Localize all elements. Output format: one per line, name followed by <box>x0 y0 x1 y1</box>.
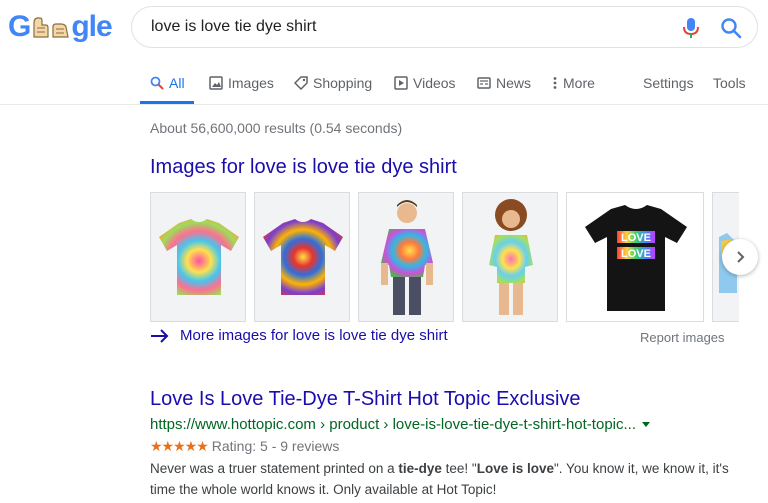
tab-all-label: All <box>169 75 185 91</box>
result-title-link[interactable]: Love Is Love Tie-Dye T-Shirt Hot Topic E… <box>150 388 581 411</box>
images-section-heading[interactable]: Images for love is love tie dye shirt <box>150 156 457 179</box>
tab-videos-label: Videos <box>413 75 456 91</box>
more-images-label: More images for love is love tie dye shi… <box>180 327 448 344</box>
tools-label: Tools <box>713 75 746 91</box>
shirt-print-text-2: LOVE <box>621 248 651 260</box>
settings-label: Settings <box>643 75 694 91</box>
logo-letter-g: G <box>8 10 31 43</box>
tab-images[interactable]: Images <box>209 75 274 103</box>
image-icon <box>209 76 223 90</box>
result-url-text: https://www.hottopic.com › product › lov… <box>150 416 636 433</box>
image-thumbnail[interactable] <box>358 192 454 322</box>
tag-icon <box>294 76 308 90</box>
search-icon <box>721 18 742 39</box>
image-thumbnail[interactable] <box>150 192 246 322</box>
search-button[interactable] <box>720 17 742 39</box>
news-icon <box>477 77 491 89</box>
result-url[interactable]: https://www.hottopic.com › product › lov… <box>150 416 650 433</box>
search-box[interactable] <box>131 6 758 48</box>
snippet-text: Never was a truer statement printed on a <box>150 461 399 476</box>
logo-letters-gle: gle <box>71 10 112 43</box>
image-thumbnail[interactable]: LOVE LOVE <box>566 192 704 322</box>
tools-link[interactable]: Tools <box>713 75 746 103</box>
search-icon <box>150 76 164 90</box>
tab-news[interactable]: News <box>477 75 531 103</box>
chevron-right-icon <box>737 251 745 263</box>
snippet-bold: tie-dye <box>398 461 442 476</box>
star-rating-icon: ★★★★★ <box>150 438 209 454</box>
result-stats: About 56,600,000 results (0.54 seconds) <box>150 120 403 136</box>
tab-videos[interactable]: Videos <box>394 75 456 103</box>
image-carousel: LOVE LOVE <box>150 192 739 322</box>
report-images-link[interactable]: Report images <box>640 330 725 345</box>
dots-vertical-icon <box>553 77 557 89</box>
google-logo[interactable]: G gle <box>8 10 113 43</box>
rating-text: Rating: 5 - 9 reviews <box>211 438 340 454</box>
tab-more[interactable]: More <box>552 75 595 103</box>
tie-dye-shirt-image <box>159 219 239 295</box>
image-thumbnail[interactable] <box>254 192 350 322</box>
hands-doodle-icon <box>31 15 70 39</box>
result-snippet: Never was a truer statement printed on a… <box>150 458 740 500</box>
model-tie-dye-shirt-image <box>381 200 433 315</box>
search-input[interactable] <box>151 15 651 39</box>
settings-link[interactable]: Settings <box>643 75 694 103</box>
shirt-print-text-1: LOVE <box>621 232 651 244</box>
play-icon <box>394 76 408 90</box>
model-tie-dye-shirt-image <box>489 199 533 315</box>
snippet-bold: Love is love <box>476 461 554 476</box>
more-images-link[interactable]: More images for love is love tie dye shi… <box>150 327 448 344</box>
tab-shopping[interactable]: Shopping <box>294 75 372 103</box>
result-rating: ★★★★★ Rating: 5 - 9 reviews <box>150 438 339 455</box>
caret-down-icon[interactable] <box>642 421 650 428</box>
tab-shopping-label: Shopping <box>313 75 373 91</box>
carousel-next-button[interactable] <box>722 239 758 275</box>
microphone-icon[interactable] <box>681 17 701 39</box>
header-divider <box>0 104 768 105</box>
image-thumbnail[interactable] <box>462 192 558 322</box>
tab-more-label: More <box>563 75 595 91</box>
tab-news-label: News <box>496 75 532 91</box>
snippet-text: tee! " <box>441 461 477 476</box>
tie-dye-shirt-image <box>263 219 343 295</box>
black-love-shirt-image: LOVE LOVE <box>585 205 687 311</box>
arrow-right-icon <box>151 328 169 343</box>
tab-all[interactable]: All <box>150 75 185 103</box>
tab-images-label: Images <box>228 75 274 91</box>
